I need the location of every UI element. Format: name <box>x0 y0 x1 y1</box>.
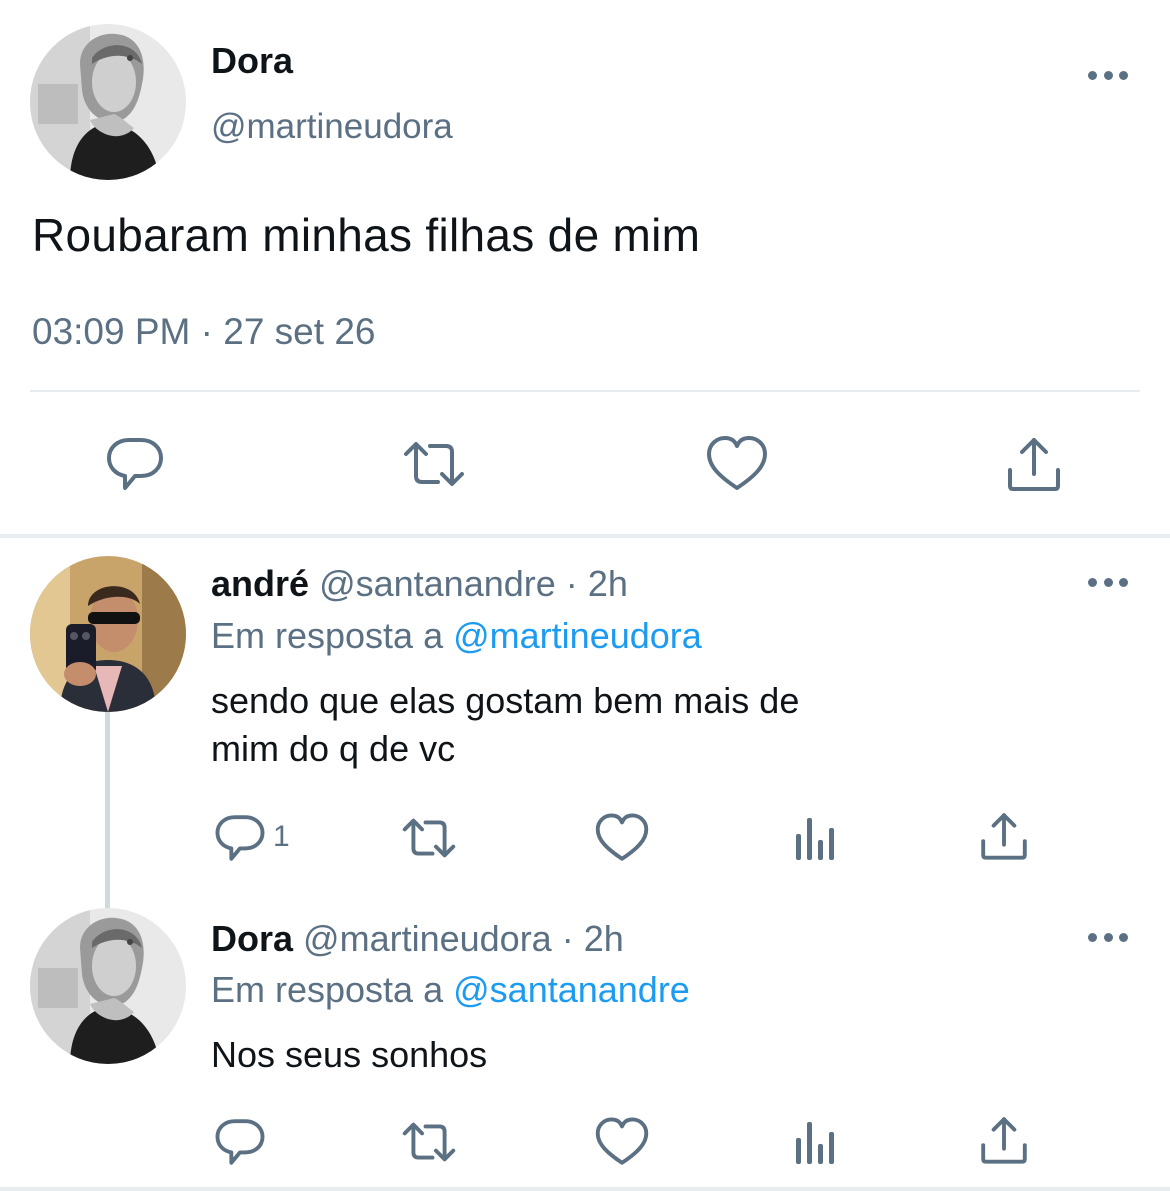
share-icon[interactable] <box>976 1114 1032 1166</box>
avatar-dora-image <box>30 908 186 1064</box>
reply-context: Em resposta a @martineudora <box>211 615 702 657</box>
reply-text: Nos seus sonhos <box>211 1031 971 1079</box>
reply-prefix: Em resposta a <box>211 615 444 656</box>
reply-icon[interactable] <box>212 1116 268 1168</box>
reply-count: 1 <box>273 820 290 853</box>
more-options-icon[interactable] <box>1088 930 1128 944</box>
reply-author-handle[interactable]: @santanandre <box>319 563 556 604</box>
analytics-icon[interactable] <box>788 1116 844 1168</box>
tweet-text: Roubaram minhas filhas de mim <box>32 209 701 261</box>
section-separator <box>0 1187 1170 1191</box>
reply-text-line: mim do q de vc <box>211 728 456 769</box>
reply-author-name[interactable]: andré <box>211 563 309 604</box>
author-name[interactable]: Dora <box>211 40 293 82</box>
avatar-dora-image <box>30 24 186 180</box>
retweet-icon[interactable] <box>401 1116 457 1168</box>
reply-time[interactable]: 2h <box>588 563 628 604</box>
reply-icon[interactable] <box>103 434 167 494</box>
tweet-timestamp[interactable]: 03:09 PM · 27 set 26 <box>32 311 375 353</box>
reply-time[interactable]: 2h <box>584 918 624 959</box>
more-options-icon[interactable] <box>1088 68 1128 82</box>
thread-connector <box>105 712 110 908</box>
reply-author-handle[interactable]: @martineudora <box>303 918 552 959</box>
reply-separator: · <box>565 563 578 604</box>
section-separator <box>0 534 1170 538</box>
like-icon[interactable] <box>594 812 650 864</box>
retweet-icon[interactable] <box>401 812 457 864</box>
avatar-andre[interactable] <box>30 556 186 712</box>
reply-header: Dora @martineudora · 2h <box>211 918 624 960</box>
reply-mention-link[interactable]: @martineudora <box>453 615 702 656</box>
tweet-thread-page: Dora @martineudora Roubaram minhas filha… <box>0 0 1170 1191</box>
reply-context: Em resposta a @santanandre <box>211 969 690 1011</box>
reply-text-line: Nos seus sonhos <box>211 1034 488 1075</box>
reply-text: sendo que elas gostam bem mais de mim do… <box>211 677 971 773</box>
retweet-icon[interactable] <box>402 434 466 494</box>
avatar-dora[interactable] <box>30 24 186 180</box>
share-icon[interactable] <box>1002 434 1066 494</box>
reply-icon[interactable] <box>212 812 268 864</box>
like-icon[interactable] <box>705 434 769 494</box>
analytics-icon[interactable] <box>788 812 844 864</box>
share-icon[interactable] <box>976 810 1032 862</box>
divider <box>30 390 1140 392</box>
avatar-andre-image <box>30 556 186 712</box>
reply-mention-link[interactable]: @santanandre <box>453 969 690 1010</box>
avatar-dora[interactable] <box>30 908 186 1064</box>
more-options-icon[interactable] <box>1088 575 1128 589</box>
author-handle[interactable]: @martineudora <box>211 107 453 147</box>
reply-text-line: sendo que elas gostam bem mais de <box>211 680 800 721</box>
reply-separator: · <box>561 918 574 959</box>
reply-header: andré @santanandre · 2h <box>211 563 628 605</box>
reply-prefix: Em resposta a <box>211 969 444 1010</box>
reply-author-name[interactable]: Dora <box>211 918 293 959</box>
like-icon[interactable] <box>594 1116 650 1168</box>
